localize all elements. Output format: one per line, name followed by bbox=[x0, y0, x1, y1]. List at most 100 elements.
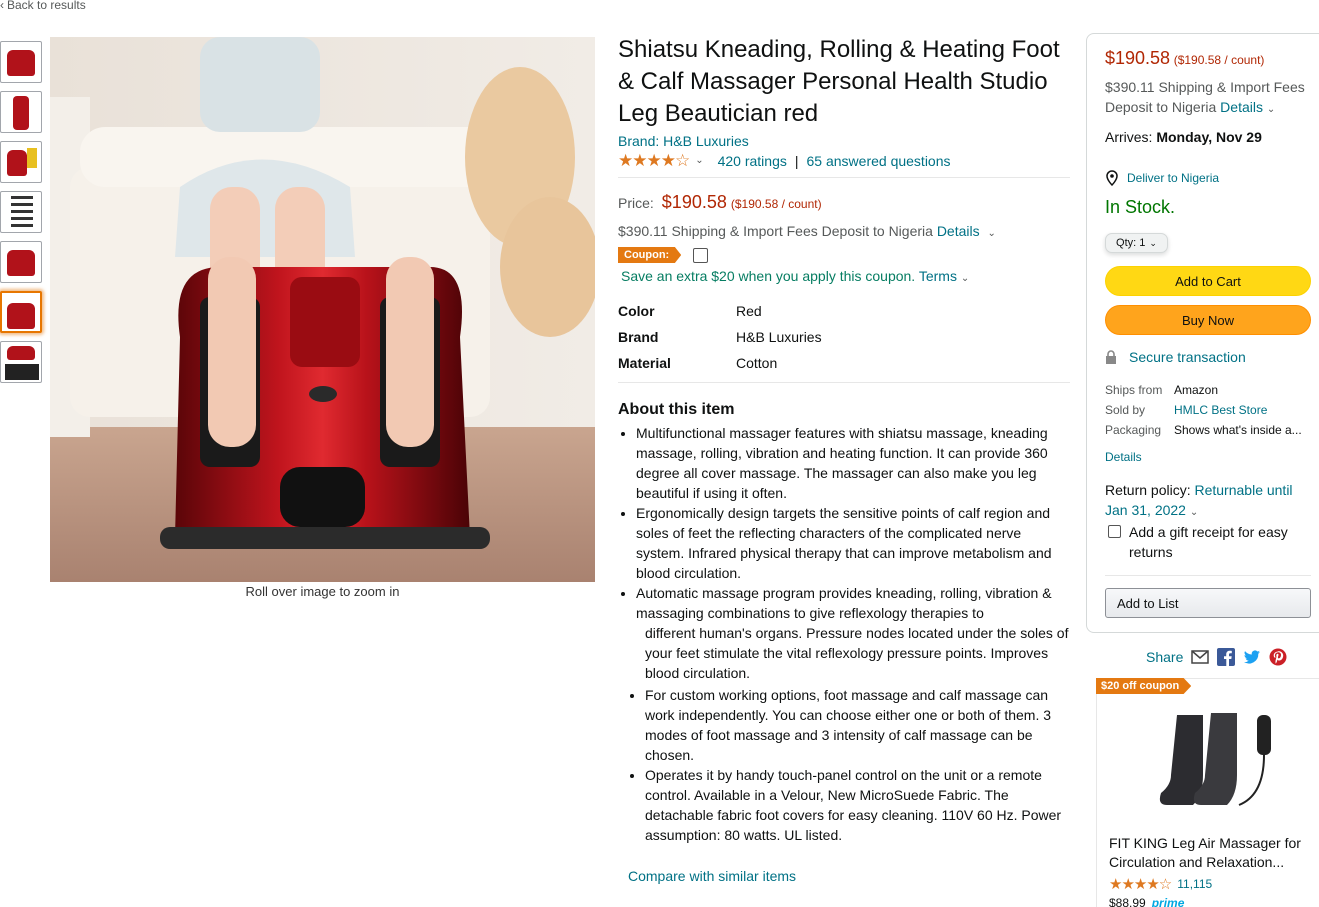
buybox-price-value: $190.58 bbox=[1105, 48, 1171, 68]
spec-row: Color Red bbox=[618, 298, 1070, 324]
arrival-date: Arrives: Monday, Nov 29 bbox=[1105, 129, 1311, 145]
ad-review-count: 11,115 bbox=[1177, 877, 1213, 891]
chevron-down-icon: ⌄ bbox=[987, 228, 996, 239]
foot-massager-photo bbox=[50, 37, 595, 582]
spec-table: Color Red Brand H&B Luxuries Material Cotto… bbox=[618, 298, 1070, 376]
thumbnail[interactable] bbox=[0, 91, 42, 133]
rating-row: ★★★★☆ ⌄ 420 ratings | 65 answered questi… bbox=[618, 151, 1070, 171]
coupon-row: Coupon: bbox=[618, 247, 1070, 263]
thumbnail[interactable] bbox=[0, 41, 42, 83]
coupon-checkbox[interactable] bbox=[693, 247, 709, 263]
chevron-down-icon: ⌄ bbox=[1266, 104, 1276, 115]
divider bbox=[1105, 575, 1311, 576]
ship-details-link[interactable]: Details bbox=[1105, 450, 1311, 464]
location-pin-icon bbox=[1106, 170, 1118, 186]
quantity-select[interactable]: Qty: 1 ⌄ bbox=[1105, 233, 1168, 253]
deliver-to-link[interactable]: Deliver to Nigeria bbox=[1105, 170, 1311, 186]
spec-row: Brand H&B Luxuries bbox=[618, 324, 1070, 350]
spec-key: Brand bbox=[618, 329, 659, 345]
coupon-save-text: Save an extra $20 when you apply this co… bbox=[621, 268, 916, 284]
coupon-terms-link[interactable]: Terms bbox=[919, 268, 957, 284]
product-details: Shiatsu Kneading, Rolling & Heating Foot… bbox=[618, 34, 1070, 845]
ad-price: $88.99 prime bbox=[1109, 896, 1184, 907]
email-icon[interactable] bbox=[1191, 648, 1210, 666]
add-to-cart-button[interactable]: Add to Cart bbox=[1105, 266, 1311, 296]
divider bbox=[618, 382, 1070, 383]
chevron-down-icon[interactable]: ⌄ bbox=[695, 151, 703, 171]
thumbnail-selected[interactable] bbox=[0, 291, 42, 333]
gift-receipt-checkbox[interactable] bbox=[1108, 525, 1121, 538]
share-label[interactable]: Share bbox=[1146, 649, 1183, 665]
arrives-label: Arrives: bbox=[1105, 129, 1153, 145]
secure-label: Secure transaction bbox=[1129, 349, 1246, 365]
feature-bullet: Operates it by handy touch-panel control… bbox=[645, 765, 1070, 845]
feature-bullet: Multifunctional massager features with s… bbox=[636, 423, 1070, 503]
ship-info-table: Ships from Amazon Sold by HMLC Best Store … bbox=[1105, 380, 1311, 440]
compare-similar-link[interactable]: Compare with similar items bbox=[628, 868, 796, 884]
return-label: Return policy: bbox=[1105, 482, 1191, 498]
spec-key: Material bbox=[618, 355, 671, 371]
add-to-list-button[interactable]: Add to List bbox=[1105, 588, 1311, 618]
buybox-unit-price: ($190.58 / count) bbox=[1173, 53, 1265, 67]
ad-product-title[interactable]: FIT KING Leg Air Massager for Circulatio… bbox=[1109, 834, 1309, 872]
packaging-label: Packaging bbox=[1105, 423, 1162, 437]
feature-bullet: Automatic massage program provides knead… bbox=[636, 583, 1070, 623]
prime-icon: prime bbox=[1151, 896, 1185, 907]
star-rating-icon: ★★★★☆ bbox=[1109, 876, 1172, 893]
price-label: Price: bbox=[618, 195, 654, 211]
chevron-down-icon: ⌄ bbox=[1189, 507, 1199, 518]
about-title: About this item bbox=[618, 401, 735, 418]
buybox-price: $190.58 ($190.58 / count) bbox=[1105, 48, 1311, 69]
feature-bullet: For custom working options, foot massage… bbox=[645, 685, 1070, 765]
shipping-details-link[interactable]: Details bbox=[937, 223, 980, 239]
spec-row: Material Cotton bbox=[618, 350, 1070, 376]
coupon-text: Save an extra $20 when you apply this co… bbox=[621, 268, 1070, 284]
ad-rating[interactable]: ★★★★☆ 11,115 bbox=[1109, 875, 1212, 893]
spec-value: Red bbox=[736, 303, 762, 319]
product-main-image[interactable] bbox=[50, 37, 595, 582]
secure-transaction[interactable]: Secure transaction bbox=[1105, 349, 1311, 365]
price-value: $190.58 bbox=[661, 192, 727, 212]
thumbnail[interactable] bbox=[0, 191, 42, 233]
divider bbox=[618, 177, 1070, 178]
buybox-shipping-line2: Deposit to Nigeria bbox=[1105, 99, 1217, 115]
buy-now-button[interactable]: Buy Now bbox=[1105, 305, 1311, 335]
thumbnail[interactable] bbox=[0, 241, 42, 283]
arrives-date: Monday, Nov 29 bbox=[1156, 129, 1262, 145]
pinterest-icon[interactable] bbox=[1269, 648, 1287, 666]
gift-receipt-label: Add a gift receipt for easy returns bbox=[1129, 524, 1288, 560]
zoom-hint: Roll over image to zoom in bbox=[245, 584, 400, 599]
leg-massager-image bbox=[1159, 713, 1271, 806]
thumbnail[interactable] bbox=[0, 141, 42, 183]
stock-status: In Stock. bbox=[1105, 197, 1176, 217]
chevron-down-icon: ⌄ bbox=[1149, 237, 1157, 248]
brand-link[interactable]: Brand: H&B Luxuries bbox=[618, 133, 749, 149]
facebook-icon[interactable] bbox=[1217, 648, 1236, 666]
buybox-details-link[interactable]: Details bbox=[1220, 99, 1263, 115]
shipping-info: $390.11 Shipping & Import Fees Deposit t… bbox=[618, 223, 1070, 239]
chevron-down-icon: ⌄ bbox=[960, 273, 970, 284]
seller-link[interactable]: HMLC Best Store bbox=[1174, 400, 1309, 420]
sponsored-product-card[interactable] bbox=[1096, 678, 1319, 907]
thumbnail-strip bbox=[0, 41, 44, 391]
buybox-shipping-line1: $390.11 Shipping & Import Fees bbox=[1105, 79, 1305, 95]
twitter-icon[interactable] bbox=[1243, 648, 1261, 666]
back-label: Back to results bbox=[7, 0, 86, 12]
sold-by-label: Sold by bbox=[1105, 403, 1146, 417]
ships-from-label: Ships from bbox=[1105, 383, 1163, 397]
feature-bullet: Ergonomically design targets the sensiti… bbox=[636, 503, 1070, 583]
unit-price: ($190.58 / count) bbox=[730, 197, 822, 211]
separator: | bbox=[794, 153, 799, 169]
lock-icon bbox=[1106, 350, 1116, 364]
thumbnail[interactable] bbox=[0, 341, 42, 383]
ratings-link[interactable]: 420 ratings bbox=[718, 151, 787, 171]
answered-questions-link[interactable]: 65 answered questions bbox=[807, 151, 951, 171]
spec-value: H&B Luxuries bbox=[736, 329, 822, 345]
ad-price-value: $88.99 bbox=[1109, 896, 1146, 907]
back-to-results-link[interactable]: ‹ Back to results bbox=[0, 0, 86, 12]
return-policy: Return policy: Returnable until Jan 31, … bbox=[1105, 480, 1311, 523]
deliver-label: Deliver to Nigeria bbox=[1127, 171, 1220, 185]
star-rating-icon[interactable]: ★★★★☆ bbox=[618, 151, 690, 171]
coupon-badge: $20 off coupon bbox=[1096, 678, 1192, 694]
gift-receipt-option[interactable]: Add a gift receipt for easy returns bbox=[1105, 522, 1311, 562]
